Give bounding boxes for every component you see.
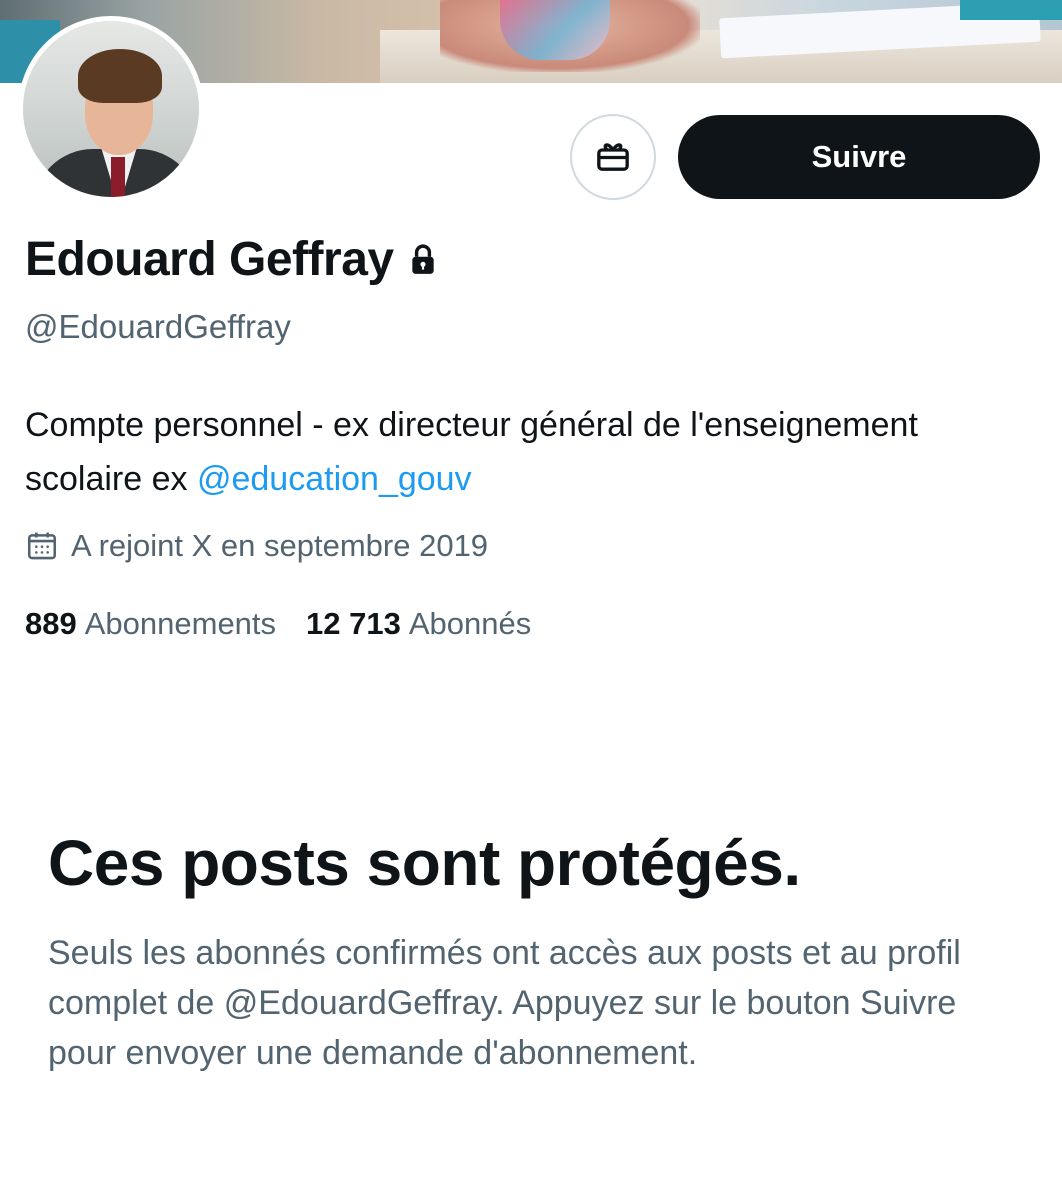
joined-text: A rejoint X en septembre 2019 bbox=[71, 528, 489, 563]
gift-icon bbox=[593, 135, 633, 180]
profile-name-row: Edouard Geffray bbox=[25, 232, 436, 287]
bio-mention-link[interactable]: @education_gouv bbox=[197, 460, 472, 498]
protected-title: Ces posts sont protégés. bbox=[48, 827, 801, 899]
following-count: 889 bbox=[25, 606, 77, 641]
followers-link[interactable]: 12 713 Abonnés bbox=[306, 606, 531, 642]
gift-button[interactable] bbox=[570, 114, 656, 200]
following-link[interactable]: 889 Abonnements bbox=[25, 606, 276, 642]
follow-stats: 889 Abonnements 12 713 Abonnés bbox=[25, 606, 531, 642]
following-label: Abonnements bbox=[84, 606, 277, 641]
calendar-icon bbox=[25, 529, 59, 563]
protected-body: Seuls les abonnés confirmés ont accès au… bbox=[48, 934, 961, 1072]
bio: Compte personnel - ex directeur général … bbox=[25, 398, 1025, 506]
handle: @EdouardGeffray bbox=[25, 308, 291, 345]
avatar[interactable] bbox=[18, 16, 204, 202]
followers-count: 12 713 bbox=[306, 606, 401, 641]
joined-date: A rejoint X en septembre 2019 bbox=[25, 528, 488, 564]
banner-teal bbox=[960, 0, 1062, 20]
lock-icon bbox=[410, 243, 436, 276]
follow-button[interactable]: Suivre bbox=[678, 115, 1040, 199]
followers-label: Abonnés bbox=[408, 606, 532, 641]
display-name: Edouard Geffray bbox=[25, 233, 394, 286]
banner-dress bbox=[500, 0, 610, 60]
